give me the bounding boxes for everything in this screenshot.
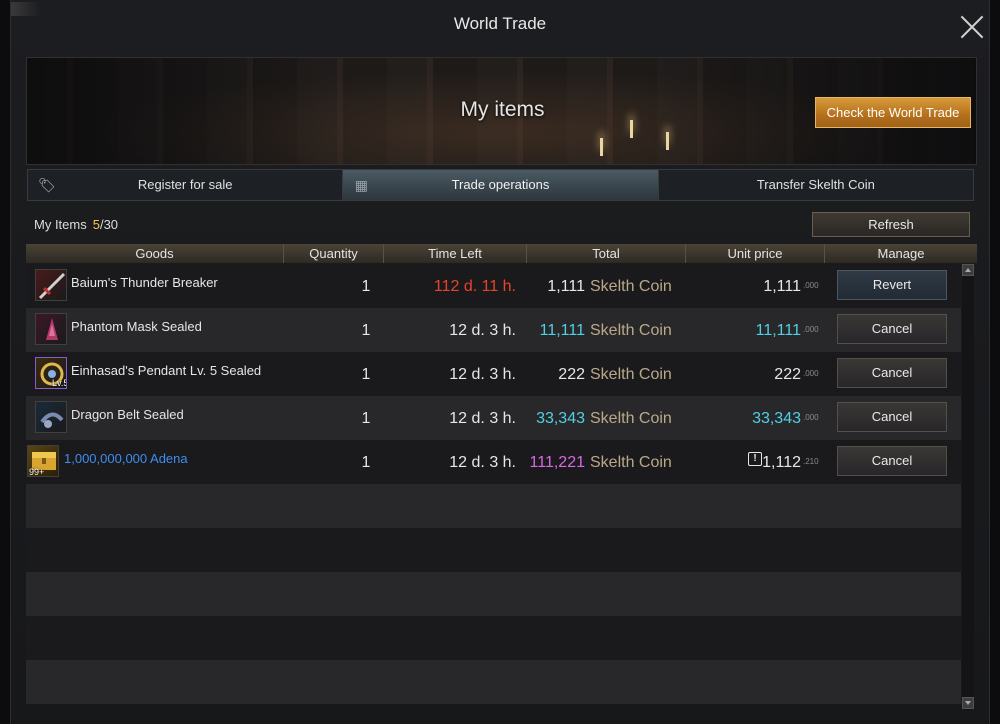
currency-label: Skelth Coin — [590, 454, 672, 471]
refresh-button[interactable]: Refresh — [812, 212, 970, 237]
item-name: Phantom Mask Sealed — [71, 319, 202, 334]
check-world-trade-button[interactable]: Check the World Trade — [815, 97, 971, 128]
tab-label: Trade operations — [451, 177, 550, 192]
column-quantity[interactable]: Quantity — [284, 244, 384, 263]
sword-icon — [35, 269, 67, 301]
item-count-label: My Items — [34, 217, 87, 232]
candle-decoration — [666, 132, 669, 150]
column-unit-price[interactable]: Unit price — [686, 244, 825, 263]
table-row[interactable]: Phantom Mask Sealed 1 12 d. 3 h. 11,111 … — [26, 308, 961, 352]
item-unit-price-fraction: .000 — [803, 325, 819, 334]
item-total: 33,343 — [536, 410, 585, 427]
ledger-icon: ▦ — [354, 177, 368, 193]
tab-register-for-sale[interactable]: 🏷 Register for sale — [28, 170, 344, 200]
scrollbar-track[interactable] — [962, 264, 974, 710]
currency-label: Skelth Coin — [590, 410, 672, 427]
item-name: Einhasad's Pendant Lv. 5 Sealed — [71, 363, 262, 378]
scroll-down-arrow-icon[interactable] — [962, 697, 974, 709]
column-time-left[interactable]: Time Left — [384, 244, 527, 263]
tab-transfer-skelth-coin[interactable]: Transfer Skelth Coin — [659, 170, 973, 200]
item-time-left: 12 d. 3 h. — [449, 454, 516, 471]
item-time-left: 12 d. 3 h. — [449, 366, 516, 383]
close-icon[interactable] — [958, 12, 988, 42]
revert-button[interactable]: Revert — [837, 270, 947, 300]
candle-decoration — [600, 138, 603, 156]
item-quantity: 1 — [361, 278, 371, 295]
item-time-left: 112 d. 11 h. — [433, 278, 516, 295]
window-title: World Trade — [453, 14, 547, 33]
item-unit-price-fraction: .000 — [803, 413, 819, 422]
item-table: Baium's Thunder Breaker 1 112 d. 11 h. 1… — [26, 264, 961, 709]
cancel-button[interactable]: Cancel — [837, 314, 947, 344]
item-count: My Items 5/30 — [34, 217, 118, 232]
currency-label: Skelth Coin — [590, 278, 672, 295]
table-row[interactable]: Dragon Belt Sealed 1 12 d. 3 h. 33,343 S… — [26, 396, 961, 440]
item-quantity: 1 — [361, 410, 371, 427]
item-unit-price: 33,343 — [752, 410, 801, 427]
item-unit-price-fraction: .210 — [803, 457, 819, 466]
item-name: Baium's Thunder Breaker — [71, 275, 218, 290]
empty-row — [26, 484, 961, 528]
item-unit-price: 1,111 — [763, 278, 801, 295]
item-unit-price: 11,111 — [755, 322, 801, 339]
cancel-button[interactable]: Cancel — [837, 402, 947, 432]
currency-label: Skelth Coin — [590, 322, 672, 339]
gold-chest-icon: 99+ — [27, 445, 59, 477]
candle-decoration — [630, 120, 633, 138]
item-unit-price-fraction: .000 — [803, 281, 819, 290]
item-name: 1,000,000,000 Adena — [64, 451, 188, 466]
table-row[interactable]: 99+ 1,000,000,000 Adena 1 12 d. 3 h. 111… — [26, 440, 961, 484]
tab-label: Transfer Skelth Coin — [756, 177, 875, 192]
item-count-badge: 99+ — [29, 467, 45, 477]
item-unit-price: 222 — [774, 366, 801, 383]
item-unit-price-fraction: .000 — [803, 369, 819, 378]
item-quantity: 1 — [361, 322, 371, 339]
item-time-left: 12 d. 3 h. — [449, 322, 516, 339]
tag-icon: 🏷 — [38, 177, 56, 193]
item-name: Dragon Belt Sealed — [71, 407, 184, 422]
table-header: Goods Quantity Time Left Total Unit pric… — [26, 244, 977, 263]
item-count-current: 5 — [92, 217, 100, 232]
item-quantity: 1 — [361, 454, 371, 471]
item-count-max: /30 — [99, 217, 119, 232]
cancel-button[interactable]: Cancel — [837, 358, 947, 388]
item-total: 111,221 — [529, 454, 585, 471]
item-level-badge: Lv.5 — [52, 378, 67, 388]
cancel-button[interactable]: Cancel — [837, 446, 947, 476]
empty-row — [26, 616, 961, 660]
scroll-up-arrow-icon[interactable] — [962, 264, 974, 276]
table-row[interactable]: Lv.5 Einhasad's Pendant Lv. 5 Sealed 1 1… — [26, 352, 961, 396]
belt-icon — [35, 401, 67, 433]
item-unit-price: 1,112 — [762, 454, 801, 471]
column-manage[interactable]: Manage — [825, 244, 977, 263]
item-total: 11,111 — [539, 322, 585, 339]
pendant-icon: Lv.5 — [35, 357, 67, 389]
column-goods[interactable]: Goods — [26, 244, 284, 263]
item-total: 222 — [558, 366, 585, 383]
tab-trade-operations[interactable]: ▦ Trade operations — [343, 170, 659, 200]
item-quantity: 1 — [361, 366, 371, 383]
tab-label: Register for sale — [137, 177, 233, 192]
table-row[interactable]: Baium's Thunder Breaker 1 112 d. 11 h. 1… — [26, 264, 961, 308]
item-time-left: 12 d. 3 h. — [449, 410, 516, 427]
column-total[interactable]: Total — [527, 244, 686, 263]
empty-row — [26, 528, 961, 572]
mask-icon — [35, 313, 67, 345]
empty-row — [26, 572, 961, 616]
item-total: 1,111 — [547, 278, 585, 295]
empty-row — [26, 660, 961, 704]
currency-label: Skelth Coin — [590, 366, 672, 383]
tab-bar: 🏷 Register for sale ▦ Trade operations T… — [27, 169, 974, 201]
